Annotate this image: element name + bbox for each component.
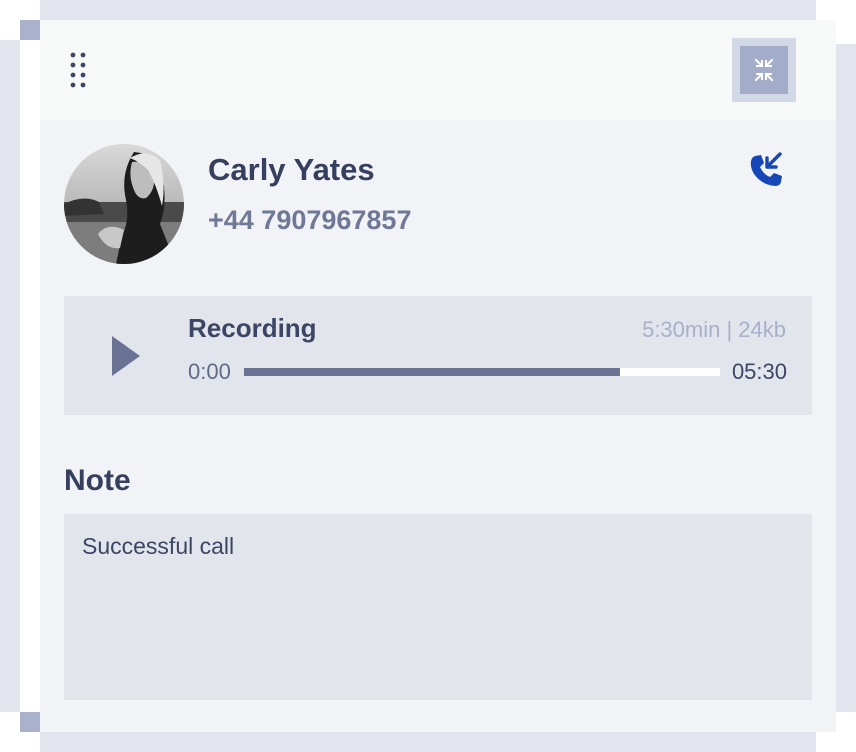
resize-handle-bottom-left[interactable]: [20, 712, 40, 732]
incoming-call-icon[interactable]: [744, 148, 788, 192]
resize-handle-top-left[interactable]: [20, 20, 40, 40]
panel-header: [40, 20, 836, 120]
play-icon[interactable]: [108, 332, 144, 380]
frame-left: [0, 40, 20, 712]
contact-phone: +44 7907967857: [208, 205, 412, 235]
frame-top: [40, 0, 816, 20]
contact-name: Carly Yates: [208, 152, 375, 187]
frame-right: [836, 44, 856, 712]
drag-handle-icon[interactable]: [68, 50, 88, 90]
avatar: [64, 144, 184, 264]
note-label: Note: [64, 464, 131, 497]
playback-progress-fill: [244, 368, 621, 376]
call-details-panel: Carly Yates +44 7907967857 Recording 5:3…: [40, 20, 836, 732]
recording-meta: 5:30min | 24kb: [642, 317, 786, 342]
frame-bottom: [40, 732, 816, 752]
time-total: 05:30: [731, 359, 787, 384]
recording-title: Recording: [188, 313, 317, 343]
playback-progress-bar[interactable]: [244, 368, 720, 376]
minimize-button[interactable]: [732, 38, 796, 102]
time-elapsed: 0:00: [188, 359, 231, 384]
note-field[interactable]: Successful call: [64, 514, 812, 700]
minimize-icon: [740, 46, 788, 94]
recording-player: Recording 5:30min | 24kb 0:00 05:30: [64, 296, 812, 415]
